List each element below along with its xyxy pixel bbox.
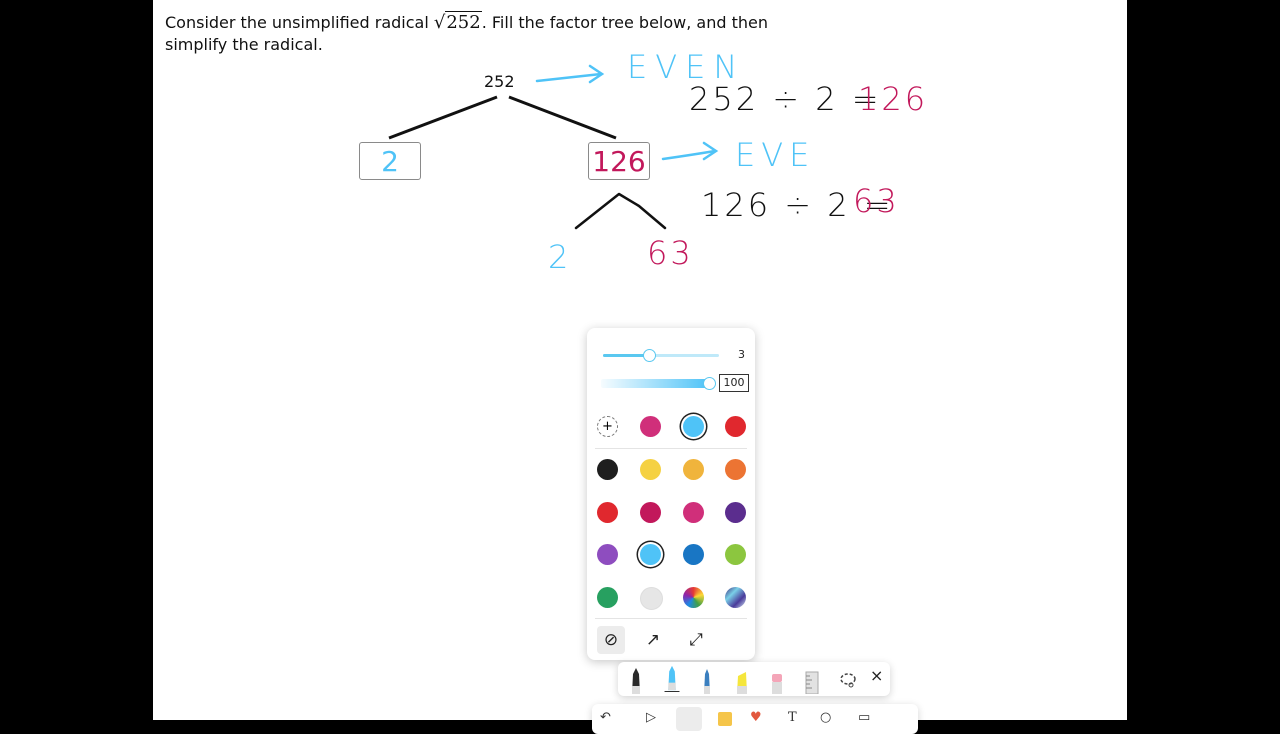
ink-branch <box>574 192 667 230</box>
undo-icon[interactable]: ↶ <box>600 710 611 725</box>
color-swatch[interactable] <box>725 502 746 523</box>
ink-even-2: EVE <box>735 136 816 174</box>
pen-settings-flyout: 3 100 + ⊘ ↗ ⤢ <box>587 328 755 660</box>
lasso-icon[interactable] <box>836 666 860 694</box>
arrow-tip-button[interactable]: ↗ <box>639 626 667 654</box>
tree-right-box[interactable]: 126 <box>588 142 650 180</box>
opacity-thumb[interactable] <box>703 377 716 390</box>
ink-equation-1-left: 252 ÷ 2 = <box>689 80 882 118</box>
more-icon[interactable]: ▭ <box>858 710 870 725</box>
highlighter-icon[interactable] <box>730 666 754 694</box>
pen-toolbar: × <box>618 662 890 696</box>
select-icon[interactable]: ▷ <box>646 710 656 725</box>
color-swatch[interactable] <box>597 502 618 523</box>
color-swatch[interactable] <box>683 459 704 480</box>
color-swatch[interactable] <box>725 459 746 480</box>
close-icon[interactable]: × <box>870 666 883 685</box>
main-toolbar: ↶ ▷ ♥ T ○ ▭ <box>592 704 918 734</box>
opacity-track <box>601 379 709 388</box>
ink-equation-2-right: 63 <box>853 182 900 220</box>
sticky-note-icon[interactable] <box>718 712 732 726</box>
recent-color-swatch[interactable] <box>725 416 746 437</box>
tree-branch-left <box>388 95 498 140</box>
ink-equation-1-right: 126 <box>858 80 929 118</box>
color-swatch[interactable] <box>683 544 704 565</box>
shapes-icon[interactable]: ♥ <box>750 710 762 725</box>
color-swatch[interactable] <box>597 587 618 608</box>
pen-blue-fine-icon[interactable] <box>695 666 719 694</box>
palette-separator-2 <box>595 618 747 619</box>
color-swatch[interactable] <box>683 502 704 523</box>
tree-root-value: 252 <box>484 72 515 91</box>
eraser-icon[interactable] <box>765 666 789 694</box>
opacity-value[interactable]: 100 <box>719 374 749 392</box>
tree-left-box[interactable]: 2 <box>359 142 421 180</box>
color-swatch[interactable] <box>725 544 746 565</box>
color-swatch[interactable] <box>640 502 661 523</box>
color-swatch[interactable] <box>640 587 663 610</box>
color-swatch[interactable] <box>640 459 661 480</box>
color-swatch[interactable] <box>597 544 618 565</box>
color-swatch[interactable] <box>683 587 704 608</box>
color-swatch[interactable] <box>597 459 618 480</box>
pen-black-icon[interactable] <box>624 666 648 694</box>
text-icon[interactable]: T <box>788 710 797 725</box>
pen-blue-icon[interactable] <box>660 664 684 692</box>
no-tip-button[interactable]: ⊘ <box>597 626 625 654</box>
thickness-thumb[interactable] <box>643 349 657 362</box>
recent-color-swatch[interactable] <box>640 416 661 437</box>
color-swatch[interactable] <box>725 587 746 608</box>
double-arrow-tip-button[interactable]: ⤢ <box>682 626 710 654</box>
palette-separator <box>595 448 747 449</box>
search-icon[interactable]: ○ <box>820 710 831 725</box>
add-color-button[interactable]: + <box>597 416 618 437</box>
ink-branch-right-value: 63 <box>647 234 694 272</box>
recent-color-swatch[interactable] <box>683 416 704 437</box>
tree-branch-right <box>508 95 617 140</box>
thickness-value: 3 <box>738 348 745 361</box>
ruler-icon[interactable] <box>800 666 824 694</box>
arrow-1 <box>535 64 605 84</box>
pen-tool-active[interactable] <box>676 707 702 731</box>
thickness-slider[interactable] <box>603 347 719 363</box>
color-swatch[interactable] <box>640 544 661 565</box>
ink-branch-left-value: 2 <box>548 238 572 276</box>
opacity-slider[interactable] <box>601 375 716 391</box>
arrow-2 <box>661 141 719 161</box>
